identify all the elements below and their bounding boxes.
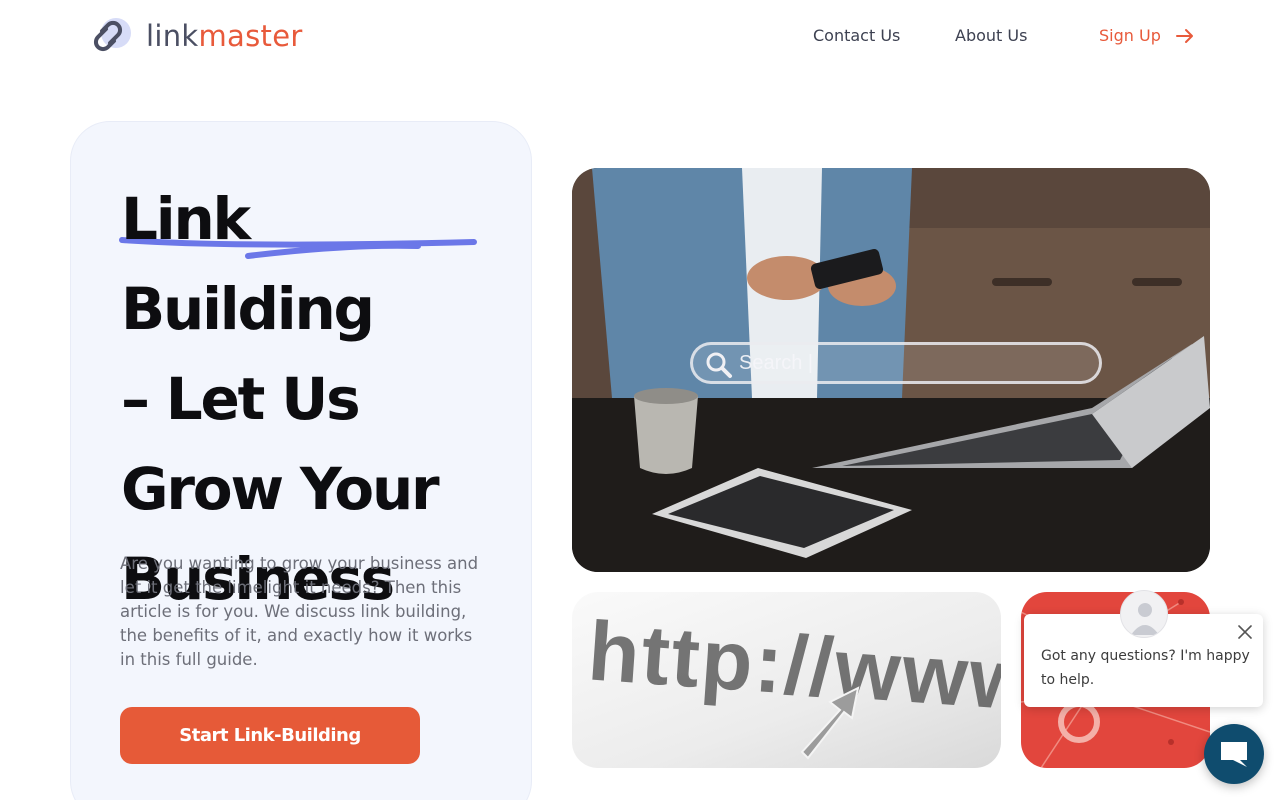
chat-message: Got any questions? I'm happy to help.: [1041, 648, 1250, 688]
chat-bubble-icon: [1221, 742, 1247, 767]
hero-title-line-3: Grow Your: [121, 455, 440, 523]
hero-description: Are you wanting to grow your business an…: [120, 554, 479, 669]
close-icon[interactable]: [1235, 622, 1255, 642]
logo-link-word: link: [146, 19, 199, 53]
chat-launcher-button[interactable]: [1204, 724, 1264, 784]
search-overlay-text: Search |: [739, 351, 814, 374]
url-bar-photo: http://www: [572, 592, 1001, 768]
hero-photo-laptop: Search |: [572, 168, 1210, 572]
start-link-building-button[interactable]: Start Link-Building: [120, 707, 420, 764]
search-icon: [706, 352, 732, 378]
nav-about-link[interactable]: About Us: [955, 25, 1027, 47]
search-bar-overlay: Search |: [690, 342, 1102, 384]
hero-title-line-1: Link Building: [121, 185, 375, 343]
chain-link-icon: [93, 18, 131, 52]
user-avatar-icon: [1120, 590, 1168, 638]
hero-title-line-2: – Let Us: [121, 365, 361, 433]
logo[interactable]: linkmaster: [86, 13, 303, 59]
nav-signup-link[interactable]: Sign Up: [1099, 25, 1195, 47]
logo-master-word: master: [198, 19, 303, 53]
signup-label: Sign Up: [1099, 26, 1161, 45]
nav-contact-link[interactable]: Contact Us: [813, 25, 900, 47]
logo-text: linkmaster: [146, 14, 303, 58]
arrow-right-icon: [1175, 29, 1193, 43]
cursor-arrow-illustration: [800, 686, 860, 760]
